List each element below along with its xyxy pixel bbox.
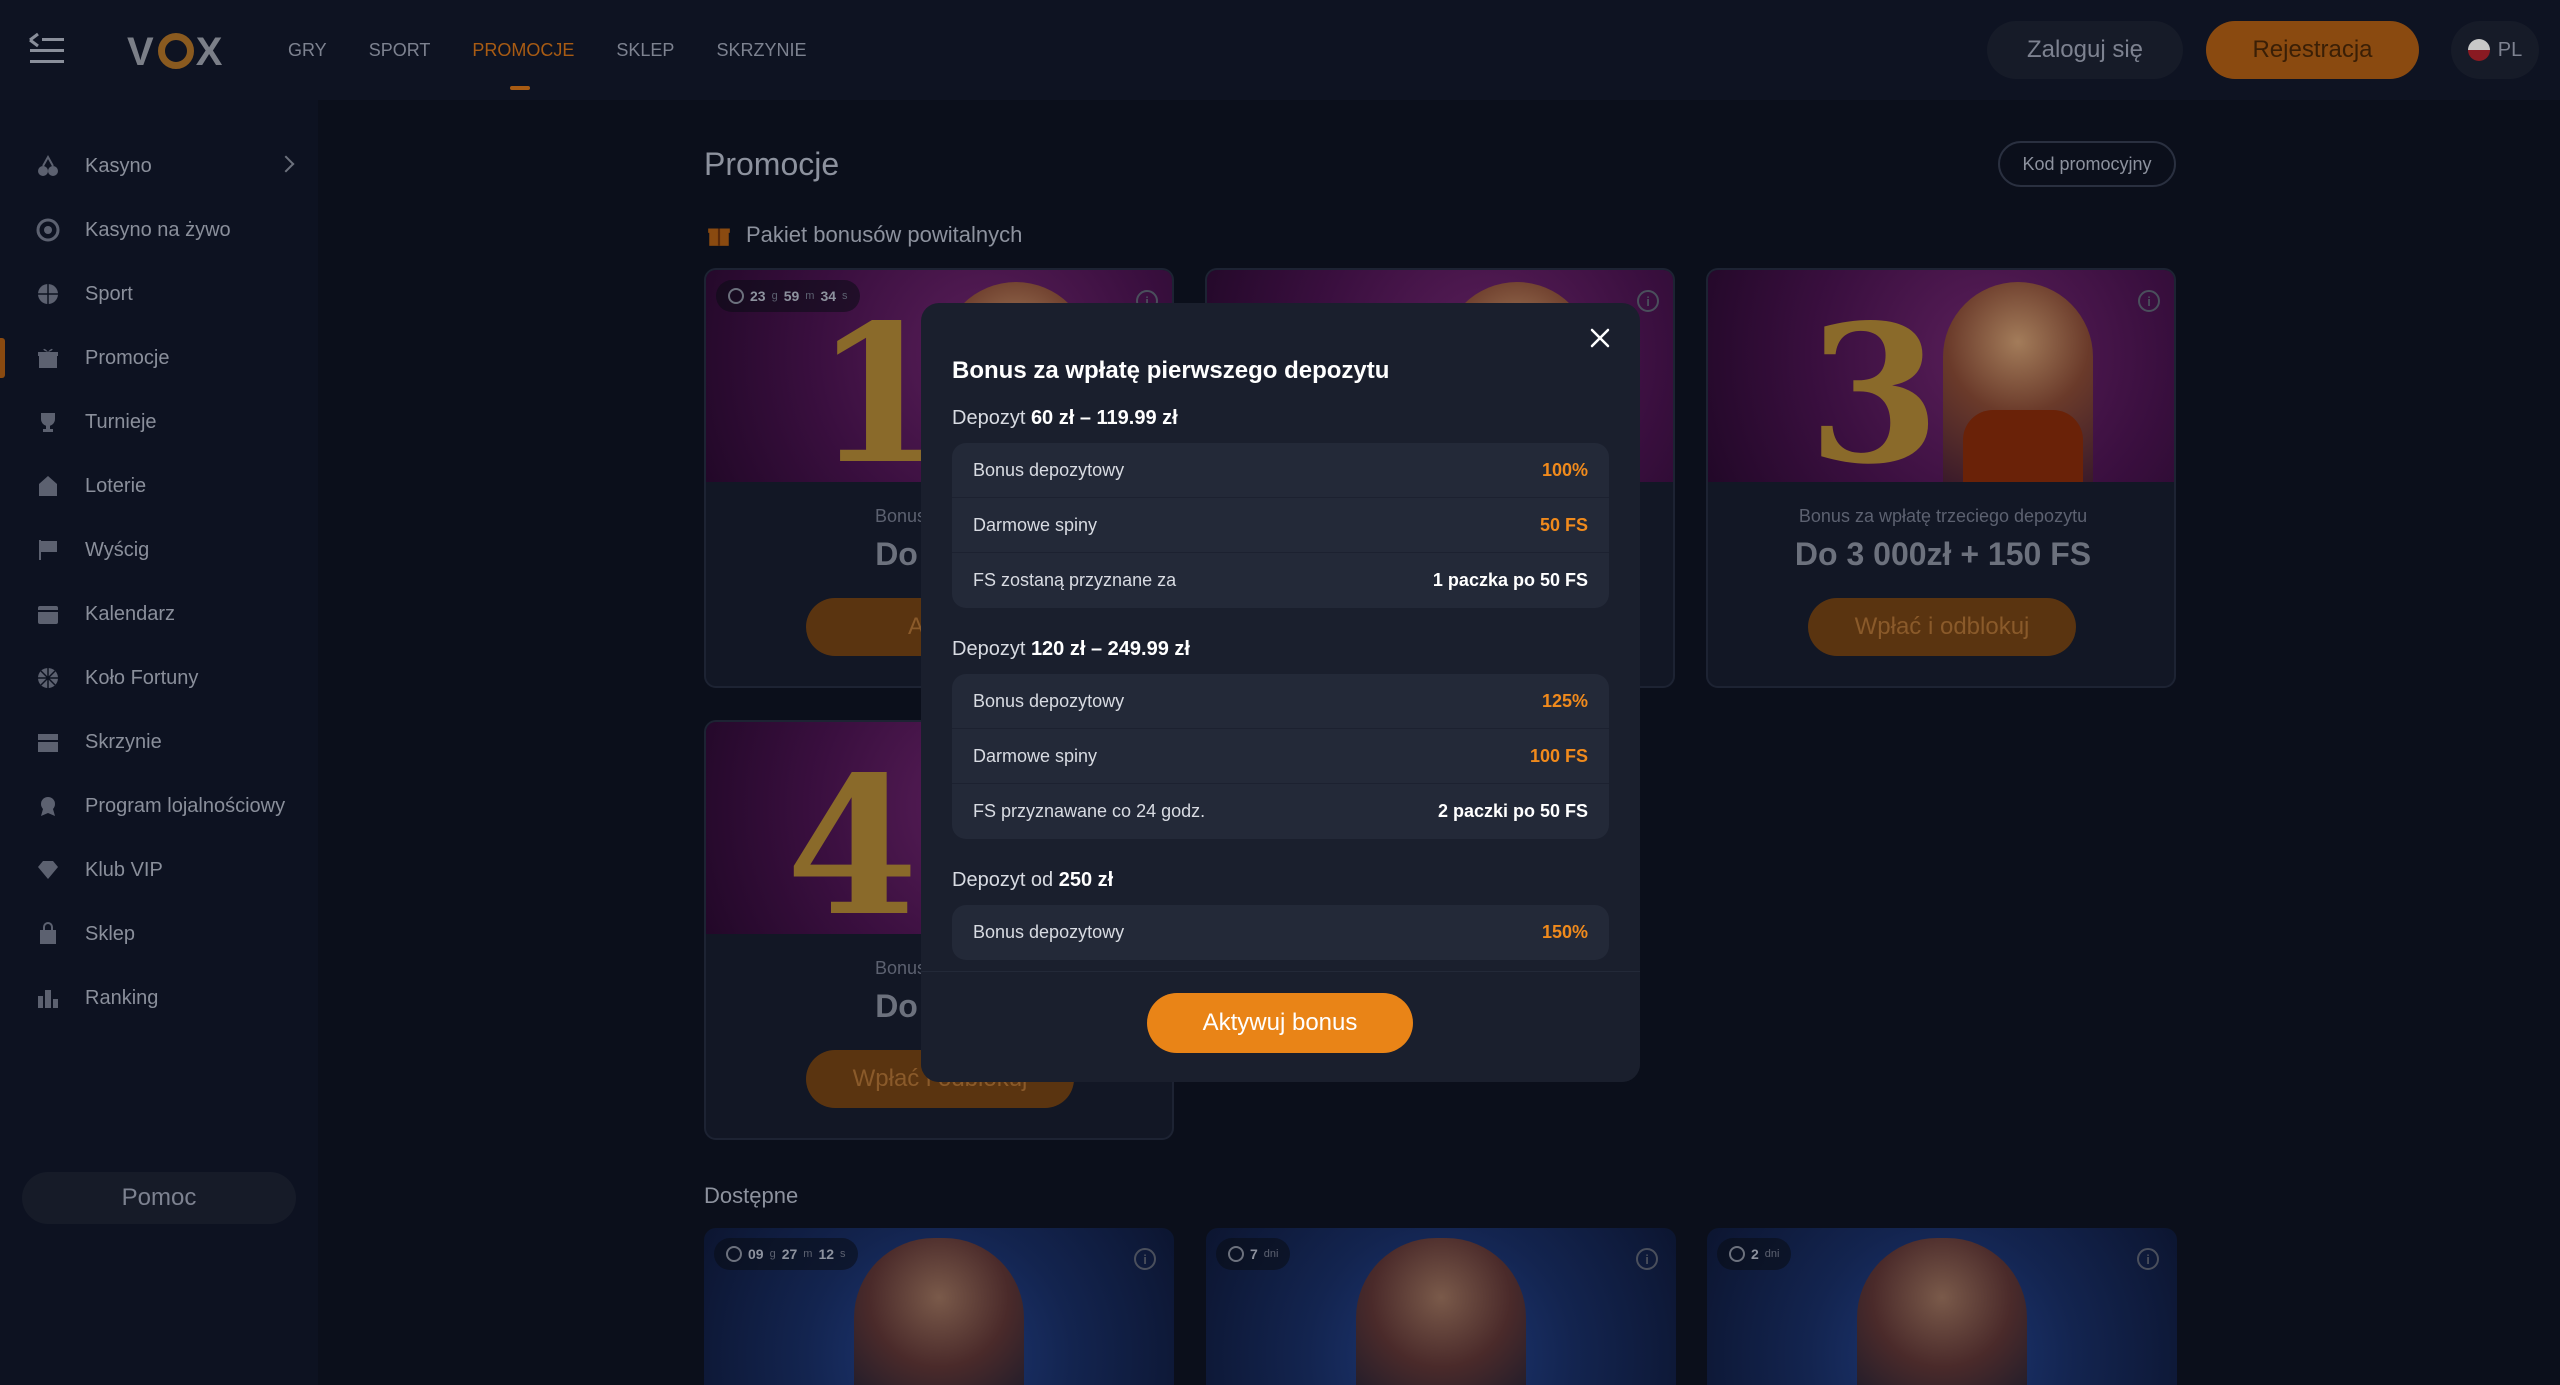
row-value: 50 FS [1539, 514, 1588, 535]
bonus-details-modal: Bonus za wpłatę pierwszego depozytu Depo… [921, 303, 1640, 1082]
row-label: FS przyznawane co 24 godz. [973, 801, 1206, 821]
tier-box: Bonus depozytowy 125% Darmowe spiny 100 … [952, 674, 1609, 839]
tier-row: Darmowe spiny 100 FS [952, 729, 1609, 784]
tier-prefix: Depozyt [952, 638, 1026, 660]
tier-row: Bonus depozytowy 125% [952, 674, 1609, 729]
row-value: 125% [1541, 690, 1588, 711]
close-icon[interactable] [1587, 325, 1613, 351]
row-value: 1 paczka po 50 FS [1432, 570, 1588, 590]
tier-row: Darmowe spiny 50 FS [952, 498, 1609, 553]
row-label: Bonus depozytowy [973, 922, 1125, 942]
tier-heading: Depozyt 60 zł – 119.99 zł [952, 407, 1178, 430]
modal-footer: Aktywuj bonus [921, 971, 1640, 1082]
row-label: FS zostaną przyznane za [973, 570, 1177, 590]
tier-row: Bonus depozytowy 100% [952, 443, 1609, 498]
tier-range: 120 zł – 249.99 zł [1030, 638, 1190, 660]
tier-row: FS przyznawane co 24 godz. 2 paczki po 5… [952, 784, 1609, 839]
tier-heading: Depozyt od 250 zł [952, 869, 1113, 892]
row-label: Bonus depozytowy [973, 690, 1125, 711]
modal-scroll-area[interactable]: Depozyt 60 zł – 119.99 zł Bonus depozyto… [921, 393, 1640, 971]
row-label: Darmowe spiny [973, 514, 1098, 535]
row-label: Darmowe spiny [973, 745, 1098, 766]
row-value: 100% [1541, 459, 1588, 480]
tier-row: FS zostaną przyznane za 1 paczka po 50 F… [952, 553, 1609, 608]
tier-prefix: Depozyt [952, 407, 1026, 429]
tier-box: Bonus depozytowy 150% [952, 905, 1609, 960]
row-value: 150% [1541, 922, 1588, 942]
tier-heading: Depozyt 120 zł – 249.99 zł [952, 638, 1190, 661]
modal-title: Bonus za wpłatę pierwszego depozytu [952, 357, 1390, 384]
tier-range: 250 zł [1058, 869, 1114, 891]
row-value: 2 paczki po 50 FS [1437, 801, 1588, 821]
row-value: 100 FS [1529, 745, 1588, 766]
tier-prefix: Depozyt od [952, 869, 1054, 891]
tier-box: Bonus depozytowy 100% Darmowe spiny 50 F… [952, 443, 1609, 608]
row-label: Bonus depozytowy [973, 459, 1125, 480]
tier-range: 60 zł – 119.99 zł [1030, 407, 1178, 429]
tier-row: Bonus depozytowy 150% [952, 905, 1609, 960]
activate-bonus-button[interactable]: Aktywuj bonus [1147, 993, 1413, 1053]
